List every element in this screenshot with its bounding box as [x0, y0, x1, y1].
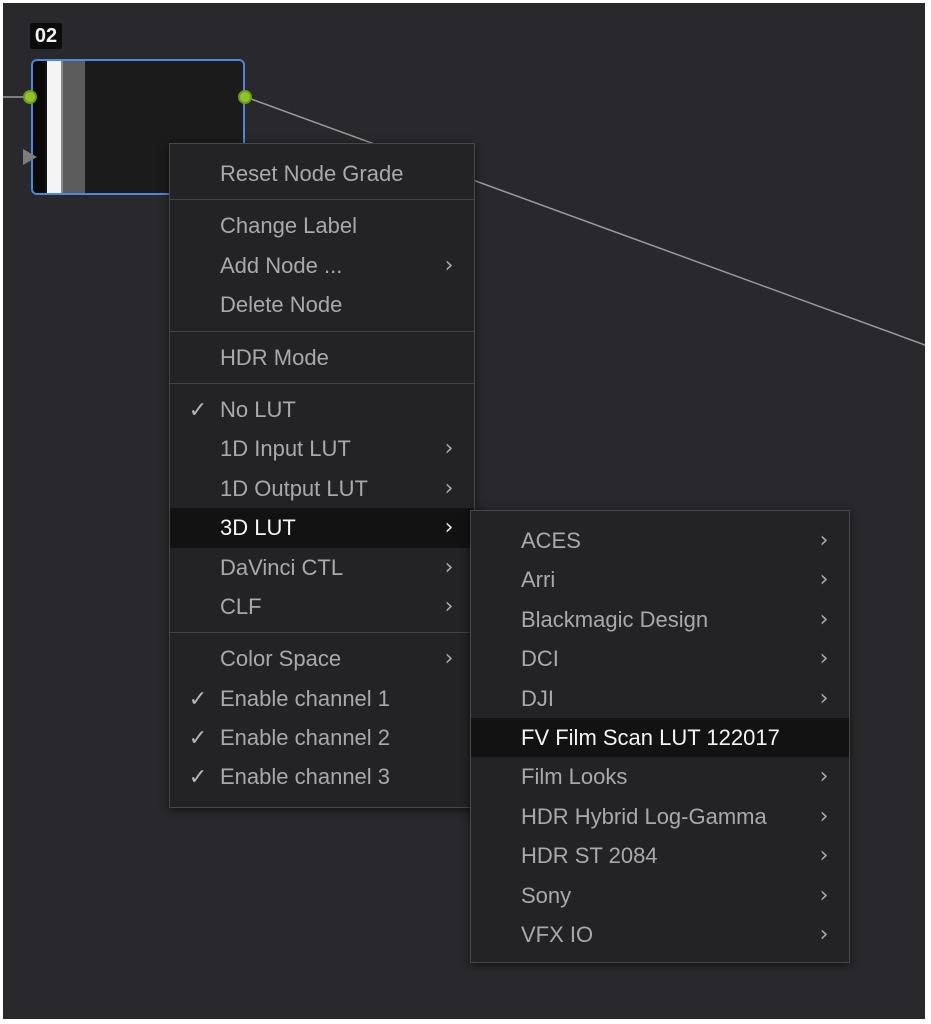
- lut-submenu-item-aces[interactable]: ACES ›: [471, 521, 849, 560]
- lut-submenu-item-dji[interactable]: DJI ›: [471, 679, 849, 718]
- node-graph-canvas[interactable]: 02 Reset Node Grade Change Label Add Node …: [3, 3, 925, 1019]
- context-menu-item-enable-channel-3[interactable]: ✓ Enable channel 3: [170, 757, 474, 796]
- chevron-right-icon: ›: [444, 646, 454, 672]
- lut-submenu-item-label: VFX IO: [521, 921, 594, 947]
- checkmark-icon: ✓: [188, 396, 208, 422]
- context-menu-item-label: DaVinci CTL: [220, 554, 344, 580]
- lut-submenu-item-label: Sony: [521, 882, 572, 908]
- lut-submenu-item-fv-film-scan-lut-122017[interactable]: FV Film Scan LUT 122017: [471, 717, 849, 758]
- node-thumbnail-edge: [33, 61, 45, 193]
- lut-submenu-item-label: Film Looks: [521, 764, 628, 790]
- lut-submenu-item-label: ACES: [521, 528, 581, 553]
- lut-submenu-item-blackmagic-design[interactable]: Blackmagic Design ›: [471, 600, 849, 639]
- checkmark-icon: ✓: [188, 764, 208, 790]
- context-menu-item-reset-node-grade[interactable]: Reset Node Grade: [170, 154, 474, 193]
- lut-submenu-item-hdr-st-2084[interactable]: HDR ST 2084 ›: [471, 836, 849, 875]
- node-context-menu: Reset Node Grade Change Label Add Node ...…: [169, 143, 475, 808]
- chevron-right-icon: ›: [819, 882, 829, 908]
- chevron-right-icon: ›: [819, 567, 829, 593]
- lut-submenu-item-label: HDR ST 2084: [521, 843, 658, 869]
- context-menu-item-clf[interactable]: CLF ›: [170, 587, 474, 626]
- context-menu-item-label: No LUT: [220, 396, 296, 422]
- chevron-right-icon: ›: [444, 475, 454, 501]
- node-label: 02: [30, 23, 62, 49]
- context-menu-item-label: 1D Output LUT: [220, 475, 368, 501]
- menu-separator: [170, 199, 474, 201]
- lut-submenu-item-label: DJI: [521, 685, 554, 711]
- checkmark-icon: ✓: [188, 685, 208, 711]
- context-menu-item-label: Delete Node: [220, 292, 343, 318]
- chevron-right-icon: ›: [444, 252, 454, 278]
- context-menu-item-delete-node[interactable]: Delete Node: [170, 285, 474, 324]
- context-menu-item-davinci-ctl[interactable]: DaVinci CTL ›: [170, 548, 474, 587]
- context-menu-item-label: HDR Mode: [220, 344, 329, 370]
- lut-submenu-item-sony[interactable]: Sony ›: [471, 876, 849, 915]
- chevron-right-icon: ›: [444, 436, 454, 462]
- context-menu-item-enable-channel-2[interactable]: ✓ Enable channel 2: [170, 718, 474, 757]
- chevron-right-icon: ›: [819, 528, 829, 553]
- context-menu-item-color-space[interactable]: Color Space ›: [170, 639, 474, 678]
- lut-submenu-item-hdr-hybrid-log-gamma[interactable]: HDR Hybrid Log-Gamma ›: [471, 797, 849, 836]
- chevron-right-icon: ›: [819, 921, 829, 947]
- chevron-right-icon: ›: [444, 515, 454, 541]
- lut-submenu-item-label: HDR Hybrid Log-Gamma: [521, 803, 767, 829]
- chevron-right-icon: ›: [819, 803, 829, 829]
- lut-submenu-item-dci[interactable]: DCI ›: [471, 639, 849, 678]
- lut-submenu-item-label: DCI: [521, 646, 559, 672]
- chevron-right-icon: ›: [819, 646, 829, 672]
- lut-submenu-item-arri[interactable]: Arri ›: [471, 560, 849, 599]
- menu-separator: [170, 330, 474, 332]
- context-menu-item-change-label[interactable]: Change Label: [170, 206, 474, 245]
- node-input-port[interactable]: [23, 90, 37, 104]
- chevron-right-icon: ›: [819, 606, 829, 632]
- context-menu-item-label: Enable channel 3: [220, 764, 391, 790]
- chevron-right-icon: ›: [444, 554, 454, 580]
- context-menu-item-label: CLF: [220, 593, 262, 619]
- chevron-right-icon: ›: [819, 764, 829, 790]
- context-menu-item-hdr-mode[interactable]: HDR Mode: [170, 338, 474, 377]
- menu-separator: [170, 632, 474, 634]
- key-input-triangle-icon[interactable]: [23, 149, 37, 165]
- menu-separator: [170, 382, 474, 384]
- context-menu-item-label: 1D Input LUT: [220, 436, 351, 462]
- chevron-right-icon: ›: [819, 685, 829, 711]
- context-menu-item-label: Reset Node Grade: [220, 161, 404, 186]
- lut-submenu-item-vfx-io[interactable]: VFX IO ›: [471, 915, 849, 954]
- context-menu-item-1d-input-lut[interactable]: 1D Input LUT ›: [170, 429, 474, 468]
- node-thumbnail: [47, 61, 85, 193]
- 3d-lut-submenu: ACES › Arri › Blackmagic Design › DCI › DJI › FV F…: [470, 510, 850, 963]
- chevron-right-icon: ›: [444, 593, 454, 619]
- context-menu-item-label: Enable channel 1: [220, 685, 391, 711]
- context-menu-item-label: Color Space: [220, 646, 342, 672]
- checkmark-icon: ✓: [188, 725, 208, 751]
- context-menu-item-label: Enable channel 2: [220, 725, 391, 751]
- context-menu-item-label: Add Node ...: [220, 252, 343, 278]
- context-menu-item-no-lut[interactable]: ✓ No LUT: [170, 390, 474, 429]
- lut-submenu-item-label: FV Film Scan LUT 122017: [521, 724, 780, 750]
- lut-submenu-item-label: Arri: [521, 567, 556, 593]
- context-menu-item-enable-channel-1[interactable]: ✓ Enable channel 1: [170, 679, 474, 718]
- lut-submenu-item-label: Blackmagic Design: [521, 606, 709, 632]
- context-menu-item-add-node[interactable]: Add Node ... ›: [170, 246, 474, 285]
- node-output-port[interactable]: [238, 90, 252, 104]
- context-menu-item-1d-output-lut[interactable]: 1D Output LUT ›: [170, 469, 474, 508]
- context-menu-item-label: Change Label: [220, 213, 358, 239]
- chevron-right-icon: ›: [819, 843, 829, 869]
- lut-submenu-item-film-looks[interactable]: Film Looks ›: [471, 757, 849, 796]
- context-menu-item-label: 3D LUT: [220, 515, 296, 541]
- context-menu-item-3d-lut[interactable]: 3D LUT ›: [170, 508, 474, 548]
